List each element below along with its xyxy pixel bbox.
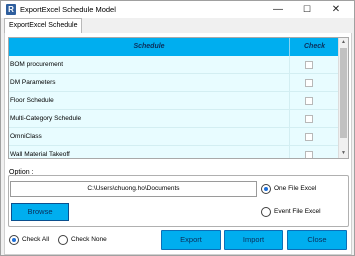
grid-header: Schedule Check: [9, 38, 339, 56]
check-all-radio[interactable]: [9, 235, 19, 245]
schedule-name: BOM procurement: [10, 61, 64, 68]
table-row[interactable]: DM Parameters: [9, 74, 339, 92]
table-row[interactable]: Wall Material Takeoff: [9, 146, 339, 158]
event-file-excel-radio[interactable]: [261, 207, 271, 217]
table-row[interactable]: Multi-Category Schedule: [9, 110, 339, 128]
table-row[interactable]: BOM procurement: [9, 56, 339, 74]
schedule-grid: Schedule Check BOM procurement DM Paramet…: [8, 37, 349, 159]
browse-button[interactable]: Browse: [11, 203, 69, 221]
scrollbar-thumb[interactable]: [340, 48, 347, 138]
scroll-down-arrow-icon[interactable]: ▼: [339, 149, 348, 158]
column-divider: [289, 110, 290, 128]
schedule-name: Wall Material Takeoff: [10, 151, 70, 158]
row-checkbox[interactable]: [305, 61, 313, 69]
tab-strip: ExportExcel Schedule: [4, 18, 351, 34]
table-row[interactable]: OmniClass: [9, 128, 339, 146]
row-checkbox[interactable]: [305, 97, 313, 105]
schedule-name: Multi-Category Schedule: [10, 115, 82, 122]
export-button[interactable]: Export: [161, 230, 221, 250]
scroll-up-arrow-icon[interactable]: ▲: [339, 38, 348, 47]
event-file-excel-label: Event File Excel: [274, 208, 321, 215]
one-file-excel-label: One File Excel: [274, 185, 317, 192]
one-file-excel-radio[interactable]: [261, 184, 271, 194]
title-bar: R ExportExcel Schedule Model — ☐ ✕: [1, 1, 354, 18]
check-all-label: Check All: [22, 236, 50, 243]
row-checkbox[interactable]: [305, 79, 313, 87]
column-divider: [289, 146, 290, 158]
schedule-name: DM Parameters: [10, 79, 56, 86]
export-excel-window: R ExportExcel Schedule Model — ☐ ✕ Expor…: [0, 0, 355, 256]
check-none-label: Check None: [71, 236, 107, 243]
minimize-button[interactable]: —: [265, 1, 291, 18]
row-checkbox[interactable]: [305, 151, 313, 158]
column-divider: [289, 74, 290, 92]
revit-app-icon: R: [6, 4, 16, 15]
column-divider: [289, 56, 290, 74]
tab-export-excel-schedule[interactable]: ExportExcel Schedule: [4, 18, 83, 33]
column-divider: [289, 128, 290, 146]
schedule-name: Floor Schedule: [10, 97, 54, 104]
folder-path-field[interactable]: C:\Users\chuong.ho\Documents: [10, 181, 257, 197]
vertical-scrollbar[interactable]: ▲ ▼: [338, 38, 348, 158]
window-title: ExportExcel Schedule Model: [20, 5, 116, 14]
close-window-button[interactable]: ✕: [323, 1, 349, 18]
grid-rows: BOM procurement DM Parameters Floor Schedu…: [9, 56, 339, 158]
check-none-radio[interactable]: [58, 235, 68, 245]
column-divider: [289, 92, 290, 110]
schedule-name: OmniClass: [10, 133, 42, 140]
column-header-schedule[interactable]: Schedule: [9, 38, 290, 56]
row-checkbox[interactable]: [305, 115, 313, 123]
column-header-check[interactable]: Check: [290, 38, 339, 56]
row-checkbox[interactable]: [305, 133, 313, 141]
maximize-button[interactable]: ☐: [294, 1, 320, 18]
table-row[interactable]: Floor Schedule: [9, 92, 339, 110]
import-button[interactable]: Import: [224, 230, 283, 250]
close-button[interactable]: Close: [287, 230, 347, 250]
